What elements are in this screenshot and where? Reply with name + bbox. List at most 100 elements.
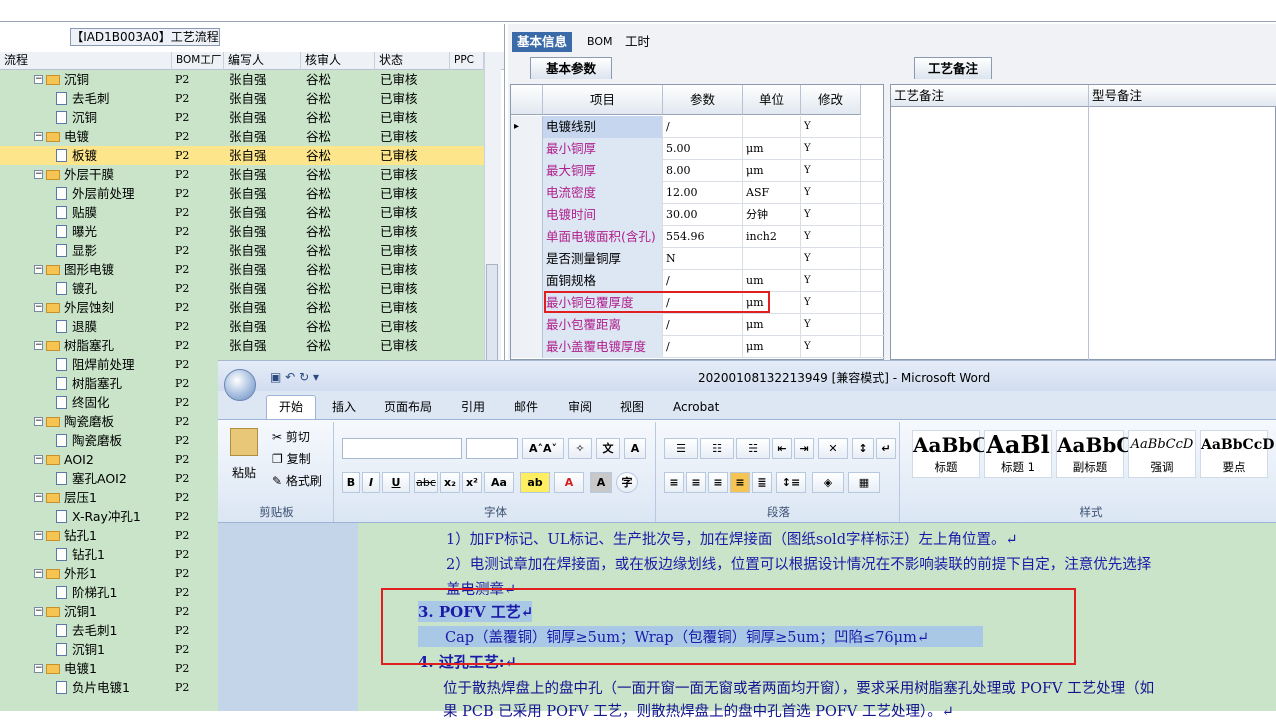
param-value[interactable]: /	[663, 116, 743, 138]
strikethrough-icon[interactable]: abc	[414, 472, 438, 493]
col-header-writer[interactable]: 编写人	[224, 52, 301, 70]
grid-header-value[interactable]: 参数	[663, 85, 743, 115]
param-unit[interactable]: μm	[743, 138, 801, 160]
bold-icon[interactable]: B	[342, 472, 360, 493]
collapse-icon[interactable]: −	[34, 569, 43, 578]
param-value[interactable]: /	[663, 314, 743, 336]
tree-row[interactable]: − 图形电镀 P2 张自强 谷松 已审核	[0, 260, 484, 279]
change-case-icon[interactable]: Aa	[484, 472, 514, 493]
grid-header-item[interactable]: 项目	[543, 85, 663, 115]
row-indicator[interactable]	[511, 314, 543, 336]
row-indicator[interactable]	[511, 204, 543, 226]
param-modify[interactable]: Y	[801, 336, 861, 358]
collapse-icon[interactable]: −	[34, 303, 43, 312]
font-name-combo[interactable]	[342, 438, 462, 459]
style-2[interactable]: AaBl 标题 1	[984, 430, 1052, 478]
font-size-combo[interactable]	[466, 438, 518, 459]
params-row[interactable]: 电流密度 12.00 ASF Y	[511, 182, 885, 204]
superscript-icon[interactable]: x²	[462, 472, 482, 493]
grid-header-modify[interactable]: 修改	[801, 85, 861, 115]
param-unit[interactable]: ASF	[743, 182, 801, 204]
style-1[interactable]: AaBbC 标题	[912, 430, 988, 478]
params-row[interactable]: 电镀时间 30.00 分钟 Y	[511, 204, 885, 226]
tab-acrobat[interactable]: Acrobat	[673, 396, 719, 418]
customize-qat-icon[interactable]: ▾	[313, 370, 319, 384]
char-shading-icon[interactable]: A	[590, 472, 612, 493]
collapse-icon[interactable]: −	[34, 493, 43, 502]
tree-row[interactable]: 板镀 P2 张自强 谷松 已审核	[0, 146, 484, 165]
underline-icon[interactable]: U	[382, 472, 410, 493]
param-unit[interactable]: μm	[743, 314, 801, 336]
param-unit[interactable]: inch2	[743, 226, 801, 248]
collapse-icon[interactable]: −	[34, 455, 43, 464]
phonetic-icon[interactable]: 文	[596, 438, 620, 459]
notes-header-model[interactable]: 型号备注	[1089, 85, 1276, 107]
param-unit[interactable]	[743, 248, 801, 270]
cut-button[interactable]: ✂ 剪切	[272, 428, 310, 445]
row-indicator[interactable]	[511, 138, 543, 160]
borders-icon[interactable]: ▦	[848, 472, 880, 493]
quick-access-toolbar[interactable]: ▣ ↶ ↻ ▾	[270, 370, 319, 384]
increase-indent-icon[interactable]: ⇥	[794, 438, 814, 459]
clear-format-icon[interactable]: ✧	[568, 438, 592, 459]
save-icon[interactable]: ▣	[270, 370, 281, 384]
collapse-icon[interactable]: −	[34, 664, 43, 673]
tree-row[interactable]: 曝光 P2 张自强 谷松 已审核	[0, 222, 484, 241]
tab-mailings[interactable]: 邮件	[514, 396, 538, 418]
col-header-flow[interactable]: 流程	[0, 52, 172, 70]
param-modify[interactable]: Y	[801, 292, 861, 314]
row-indicator[interactable]	[511, 292, 543, 314]
tab-references[interactable]: 引用	[461, 396, 485, 418]
justify-icon[interactable]: ≡	[730, 472, 750, 493]
param-modify[interactable]: Y	[801, 248, 861, 270]
param-modify[interactable]: Y	[801, 182, 861, 204]
tab-page-layout[interactable]: 页面布局	[384, 396, 432, 418]
bullets-icon[interactable]: ☰	[664, 438, 698, 459]
tab-view[interactable]: 视图	[620, 396, 644, 418]
subscript-icon[interactable]: x₂	[440, 472, 460, 493]
format-painter-button[interactable]: ✎ 格式刷	[272, 472, 322, 489]
row-indicator[interactable]	[511, 248, 543, 270]
param-value[interactable]: N	[663, 248, 743, 270]
align-center-icon[interactable]: ≡	[686, 472, 706, 493]
param-modify[interactable]: Y	[801, 314, 861, 336]
tree-row[interactable]: 贴膜 P2 张自强 谷松 已审核	[0, 203, 484, 222]
param-value[interactable]: /	[663, 270, 743, 292]
param-modify[interactable]: Y	[801, 270, 861, 292]
sort-icon[interactable]: ↕	[852, 438, 874, 459]
collapse-icon[interactable]: −	[34, 132, 43, 141]
decrease-indent-icon[interactable]: ⇤	[772, 438, 792, 459]
tree-row[interactable]: 沉铜 P2 张自强 谷松 已审核	[0, 108, 484, 127]
param-value[interactable]: 30.00	[663, 204, 743, 226]
col-header-ppc[interactable]: PPC	[450, 52, 484, 70]
tab-bom[interactable]: BOM	[582, 32, 618, 52]
tab-hours[interactable]: 工时	[620, 32, 655, 52]
row-indicator[interactable]	[511, 336, 543, 358]
param-unit[interactable]: um	[743, 270, 801, 292]
col-header-reviewer[interactable]: 核审人	[301, 52, 375, 70]
params-row[interactable]: 单面电镀面积(含孔) 554.96 inch2 Y	[511, 226, 885, 248]
col-header-bom[interactable]: BOM工厂	[172, 52, 224, 70]
current-row-arrow-icon[interactable]: ▸	[511, 116, 543, 138]
param-unit[interactable]: μm	[743, 160, 801, 182]
collapse-icon[interactable]: −	[34, 341, 43, 350]
style-3[interactable]: AaBbC 副标题	[1056, 430, 1132, 478]
highlight-icon[interactable]: ab	[520, 472, 550, 493]
param-modify[interactable]: Y	[801, 226, 861, 248]
tree-row[interactable]: 退膜 P2 张自强 谷松 已审核	[0, 317, 484, 336]
params-row[interactable]: ▸ 电镀线别 / Y	[511, 116, 885, 138]
collapse-icon[interactable]: −	[34, 607, 43, 616]
param-unit[interactable]: μm	[743, 336, 801, 358]
collapse-icon[interactable]: −	[34, 265, 43, 274]
enclose-char-icon[interactable]: 字	[616, 472, 638, 493]
collapse-icon[interactable]: −	[34, 170, 43, 179]
tab-insert[interactable]: 插入	[332, 396, 356, 418]
font-color-icon[interactable]: A	[554, 472, 584, 493]
italic-icon[interactable]: I	[362, 472, 380, 493]
params-row[interactable]: 最小铜厚 5.00 μm Y	[511, 138, 885, 160]
tree-row[interactable]: − 沉铜 P2 张自强 谷松 已审核	[0, 70, 484, 89]
tree-row[interactable]: 去毛刺 P2 张自强 谷松 已审核	[0, 89, 484, 108]
param-value[interactable]: /	[663, 336, 743, 358]
paste-icon[interactable]	[230, 428, 258, 456]
multilevel-list-icon[interactable]: ☵	[736, 438, 770, 459]
